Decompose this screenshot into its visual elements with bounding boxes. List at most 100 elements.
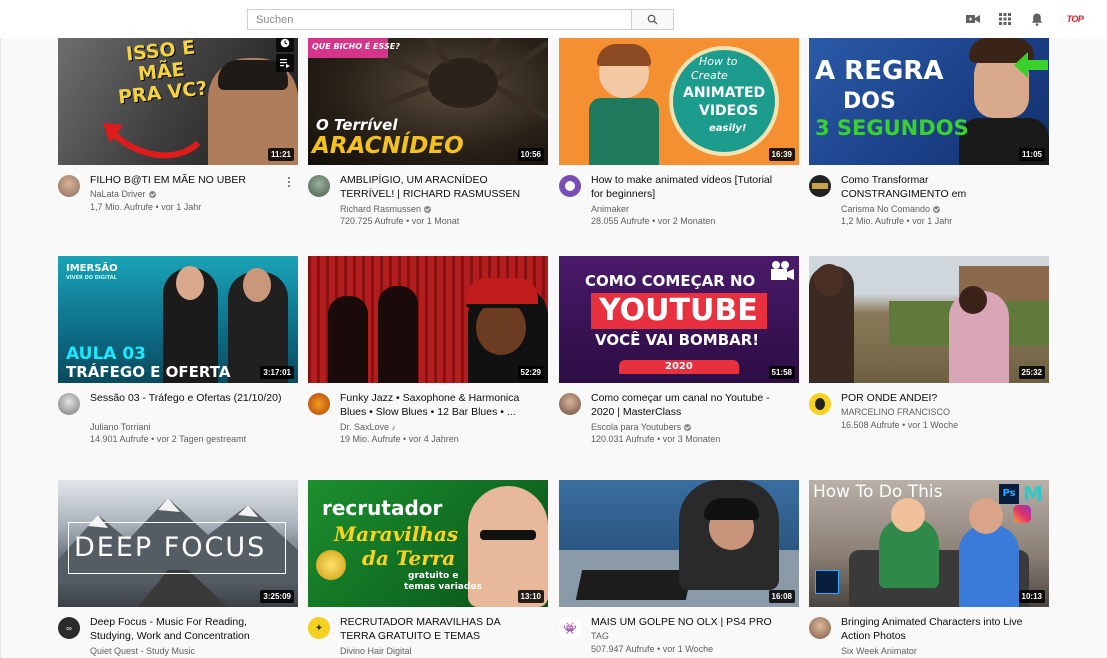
channel-avatar[interactable] bbox=[809, 175, 831, 197]
video-thumbnail[interactable]: How to Create ANIMATED VIDEOS easily! 16… bbox=[559, 38, 799, 165]
thumb-caption: VOCÊ VAI BOMBAR! bbox=[595, 331, 760, 349]
console-box bbox=[575, 570, 693, 600]
view-count: 28.055 Aufrufe bbox=[591, 216, 650, 226]
video-title[interactable]: Como Transformar CONSTRANGIMENTO em CONF… bbox=[841, 173, 1037, 201]
channel-name[interactable]: Escola para Youtubers bbox=[591, 421, 692, 433]
channel-name[interactable]: Juliano Torriani bbox=[90, 421, 150, 433]
video-title[interactable]: Bringing Animated Characters into Live A… bbox=[841, 615, 1037, 643]
video-thumbnail[interactable]: A REGRA DOS 3 SEGUNDOS 11:05 bbox=[809, 38, 1049, 165]
red-arrow-graphic bbox=[103, 123, 201, 159]
video-title[interactable]: How to make animated videos [Tutorial fo… bbox=[591, 173, 787, 201]
channel-name-text: Quiet Quest - Study Music bbox=[90, 646, 196, 656]
video-title[interactable]: MAIS UM GOLPE NO OLX | PS4 PRO bbox=[591, 615, 787, 629]
video-thumbnail[interactable]: 52:29 bbox=[308, 256, 548, 383]
video-title[interactable]: Sessão 03 - Tráfego e Ofertas (21/10/20) bbox=[90, 391, 286, 405]
channel-name[interactable]: NaLata Driver bbox=[90, 188, 156, 200]
masthead: TOP bbox=[0, 0, 1107, 38]
video-title[interactable]: Como começar um canal no Youtube - 2020 … bbox=[591, 391, 787, 419]
channel-avatar[interactable] bbox=[809, 617, 831, 639]
video-thumbnail[interactable]: IMERSÃO VIVER DO DIGITAL AULA 03 TRÁFEGO… bbox=[58, 256, 298, 383]
thumb-caption: gratuito e bbox=[408, 571, 459, 581]
duration-badge: 11:05 bbox=[1018, 148, 1045, 161]
apps-grid-icon[interactable] bbox=[997, 11, 1013, 27]
duration-badge: 10:13 bbox=[1018, 590, 1045, 603]
video-thumbnail[interactable]: recrutador Maravilhas da Terra gratuito … bbox=[308, 480, 548, 607]
search-button[interactable] bbox=[631, 9, 674, 30]
video-thumbnail[interactable]: 16:08 bbox=[559, 480, 799, 607]
view-count: 1,2 Mio. Aufrufe bbox=[841, 216, 905, 226]
channel-avatar[interactable]: ✦ bbox=[308, 617, 330, 639]
duration-badge: 16:08 bbox=[768, 590, 795, 603]
account-avatar[interactable]: TOP bbox=[1064, 10, 1086, 28]
view-count: 14.901 Aufrufe bbox=[90, 434, 149, 444]
channel-name[interactable]: Animaker bbox=[591, 203, 629, 215]
notifications-bell-icon[interactable] bbox=[1029, 11, 1045, 27]
channel-avatar[interactable] bbox=[809, 393, 831, 415]
channel-name[interactable]: Richard Rasmussen bbox=[340, 203, 432, 215]
channel-avatar[interactable] bbox=[559, 175, 581, 197]
video-title[interactable]: AMBLIPÍGIO, UM ARACNÍDEO TERRÍVEL! | RIC… bbox=[340, 173, 536, 201]
channel-name[interactable]: Six Week Animator bbox=[841, 645, 917, 657]
thumb-caption: DOS bbox=[843, 89, 896, 114]
video-title[interactable]: Funky Jazz • Saxophone & Harmonica Blues… bbox=[340, 391, 536, 419]
channel-name[interactable]: MARCELINO FRANCISCO bbox=[841, 406, 950, 418]
video-thumbnail[interactable]: QUE BICHO É ESSE? O Terrível ARACNÍDEO 1… bbox=[308, 38, 548, 165]
channel-avatar[interactable]: 👾 bbox=[559, 617, 581, 639]
singer-face bbox=[476, 300, 526, 355]
channel-name[interactable]: Quiet Quest - Study Music bbox=[90, 645, 195, 657]
channel-avatar[interactable] bbox=[58, 175, 80, 197]
video-stats: 16.508 Aufrufe • vor 1 Woche bbox=[841, 420, 959, 430]
channel-avatar[interactable] bbox=[308, 393, 330, 415]
character-hair bbox=[597, 44, 651, 66]
thumb-caption: TRÁFEGO E OFERTA bbox=[66, 363, 231, 381]
view-count: 120.031 Aufrufe bbox=[591, 434, 655, 444]
video-title[interactable]: Deep Focus - Music For Reading, Studying… bbox=[90, 615, 286, 643]
channel-name-text: Six Week Animator bbox=[841, 646, 917, 656]
watch-later-button[interactable] bbox=[276, 38, 294, 52]
thumb-caption: da Terra bbox=[362, 546, 456, 570]
photoshop-badge bbox=[815, 570, 839, 594]
duration-badge: 13:10 bbox=[517, 590, 544, 603]
more-actions-button[interactable] bbox=[284, 174, 294, 190]
video-title[interactable]: FILHO B@TI EM MÃE NO UBER bbox=[90, 173, 286, 187]
video-title[interactable]: POR ONDE ANDEI? bbox=[841, 391, 1037, 405]
verified-icon bbox=[933, 206, 941, 214]
channel-name[interactable]: Divino Hair Digital bbox=[340, 645, 412, 657]
channel-name[interactable]: TAG bbox=[591, 630, 609, 642]
thumb-caption: recrutador bbox=[322, 496, 443, 520]
video-thumbnail[interactable]: 25:32 bbox=[809, 256, 1049, 383]
channel-avatar[interactable] bbox=[308, 175, 330, 197]
channel-name-text: TAG bbox=[591, 631, 609, 641]
add-to-queue-button[interactable] bbox=[276, 54, 294, 72]
video-title[interactable]: RECRUTADOR MARAVILHAS DA TERRA GRATUITO … bbox=[340, 615, 536, 643]
video-thumbnail[interactable]: How To Do This Ps M 10:13 bbox=[809, 480, 1049, 607]
search-input[interactable] bbox=[247, 9, 631, 30]
channel-name-text: Escola para Youtubers bbox=[591, 422, 682, 432]
upload-age: vor 1 Jahr bbox=[912, 216, 953, 226]
view-count: 720.725 Aufrufe bbox=[340, 216, 404, 226]
video-stats: 28.055 Aufrufe • vor 2 Monaten bbox=[591, 216, 716, 226]
upload-age: vor 1 Jahr bbox=[161, 202, 202, 212]
video-stats: 1,2 Mio. Aufrufe • vor 1 Jahr bbox=[841, 216, 953, 226]
video-stats: 1,7 Mio. Aufrufe • vor 1 Jahr bbox=[90, 202, 202, 212]
thumb-caption: A REGRA bbox=[815, 56, 944, 86]
video-thumbnail[interactable]: ISSO E MÃE PRA VC? 11:21 bbox=[58, 38, 298, 165]
channel-avatar[interactable] bbox=[559, 393, 581, 415]
channel-avatar[interactable]: ∞ bbox=[58, 617, 80, 639]
thumb-caption: AULA 03 bbox=[66, 344, 147, 364]
channel-name-text: Carisma No Comando bbox=[841, 204, 931, 214]
channel-avatar[interactable] bbox=[58, 393, 80, 415]
thumb-caption: Create bbox=[691, 69, 728, 82]
lightbulb-icon: ✦ bbox=[314, 622, 324, 634]
thumb-caption: VIVER DO DIGITAL bbox=[66, 275, 117, 281]
video-stats: 120.031 Aufrufe • vor 3 Monaten bbox=[591, 434, 721, 444]
thumb-caption: How To Do This bbox=[813, 482, 943, 502]
green-arrow-graphic bbox=[1014, 52, 1048, 78]
video-thumbnail[interactable]: COMO COMEÇAR NO YOUTUBE VOCÊ VAI BOMBAR!… bbox=[559, 256, 799, 383]
thumb-caption: VIDEOS bbox=[699, 103, 759, 119]
view-count: 1,7 Mio. Aufrufe bbox=[90, 202, 154, 212]
glasses bbox=[480, 530, 536, 540]
channel-name[interactable]: Carisma No Comando bbox=[841, 203, 941, 215]
video-thumbnail[interactable]: DEEP FOCUS 3:25:09 bbox=[58, 480, 298, 607]
create-video-icon[interactable] bbox=[965, 11, 981, 27]
